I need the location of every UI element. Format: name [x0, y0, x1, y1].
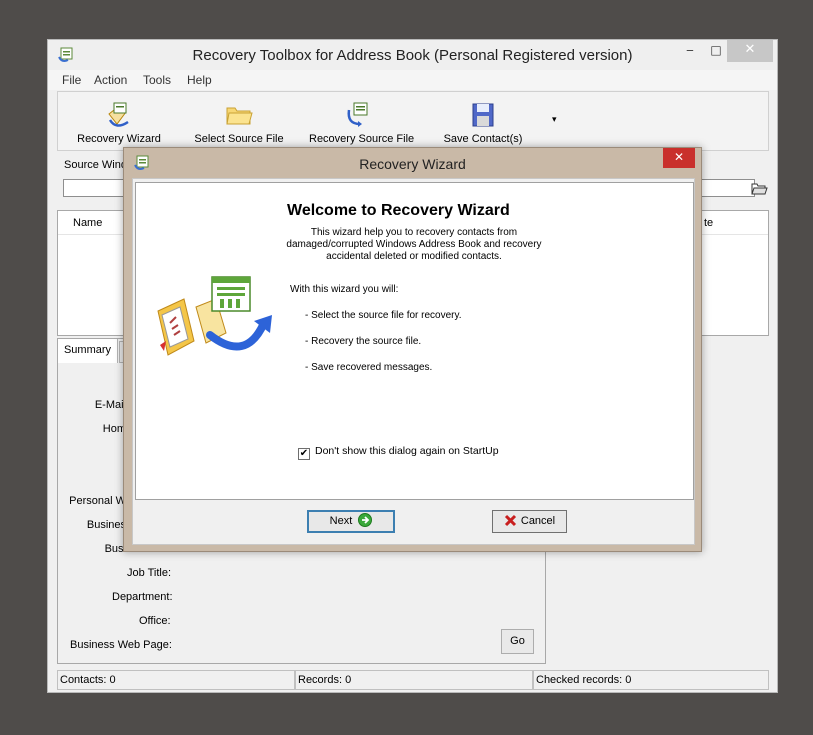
wizard-step-1: - Select the source file for recovery. [305, 310, 462, 321]
wizard-icon [108, 102, 129, 127]
recovery-wizard-dialog: Recovery Wizard ✕ Welcome to Recovery Wi… [123, 147, 702, 552]
next-button[interactable]: Next [307, 510, 395, 533]
column-date[interactable]: te [704, 217, 713, 229]
window-title: Recovery Toolbox for Address Book (Perso… [192, 47, 633, 64]
recovery-source-file-button[interactable]: Recovery Source File [309, 96, 415, 148]
status-checked: Checked records: 0 [533, 670, 769, 690]
toolbar-dropdown-icon[interactable]: ▾ [552, 115, 557, 125]
menu-action[interactable]: Action [94, 73, 127, 87]
select-source-file-label: Select Source File [194, 133, 284, 145]
cancel-x-icon [504, 514, 516, 527]
label-business-web-page: Business Web Page: [70, 639, 172, 651]
wizard-illustration-icon [157, 276, 272, 356]
status-contacts: Contacts: 0 [57, 670, 295, 690]
save-disk-icon [472, 103, 494, 127]
next-arrow-icon [358, 513, 373, 527]
save-contacts-button[interactable]: Save Contact(s) [439, 96, 527, 148]
dialog-close-button[interactable]: ✕ [663, 148, 695, 168]
status-bar: Contacts: 0 Records: 0 Checked records: … [57, 670, 769, 690]
column-name[interactable]: Name [73, 217, 102, 229]
dialog-title: Recovery Wizard [359, 156, 466, 172]
menu-tools[interactable]: Tools [143, 73, 171, 87]
folder-icon [226, 107, 253, 125]
title-bar[interactable]: Recovery Toolbox for Address Book (Perso… [48, 40, 777, 70]
cancel-button[interactable]: Cancel [492, 510, 567, 533]
wizard-step-2: - Recovery the source file. [305, 336, 422, 347]
save-contacts-label: Save Contact(s) [443, 133, 523, 145]
dont-show-checkbox[interactable]: ✔ [298, 448, 310, 460]
label-business: Busines [86, 519, 126, 531]
label-email: E-Mail [94, 399, 126, 411]
next-label: Next [329, 515, 353, 527]
wizard-heading: Welcome to Recovery Wizard [287, 202, 510, 219]
wizard-step-3: - Save recovered messages. [305, 362, 433, 373]
dont-show-checkbox-row[interactable]: ✔ Don't show this dialog again on StartUp [298, 445, 499, 460]
label-personal-web: Personal W [69, 495, 126, 507]
recovery-icon [347, 102, 368, 127]
recovery-wizard-label: Recovery Wizard [77, 133, 161, 145]
recovery-source-file-label: Recovery Source File [309, 133, 415, 145]
go-button[interactable]: Go [501, 629, 534, 654]
wizard-steps-intro: With this wizard you will: [290, 284, 399, 295]
close-button[interactable]: ✕ [727, 40, 773, 62]
recovery-wizard-button[interactable]: Recovery Wizard [74, 96, 164, 148]
dont-show-label: Don't show this dialog again on StartUp [315, 445, 499, 457]
wizard-intro: This wizard help you to recovery contact… [286, 227, 542, 262]
select-source-file-button[interactable]: Select Source File [194, 96, 284, 148]
menu-bar: File Action Tools Help [48, 70, 777, 90]
browse-folder-icon[interactable] [750, 179, 768, 197]
dialog-body: Welcome to Recovery Wizard This wizard h… [132, 178, 695, 545]
label-job-title: Job Title: [127, 567, 172, 579]
menu-file[interactable]: File [62, 73, 81, 87]
cancel-label: Cancel [520, 515, 556, 527]
label-office: Office: [139, 615, 171, 627]
toolbar: Recovery Wizard Select Source File Recov… [57, 91, 769, 151]
label-department: Department: [112, 591, 173, 603]
wizard-content: Welcome to Recovery Wizard This wizard h… [135, 182, 694, 500]
status-records: Records: 0 [295, 670, 533, 690]
menu-help[interactable]: Help [187, 73, 212, 87]
